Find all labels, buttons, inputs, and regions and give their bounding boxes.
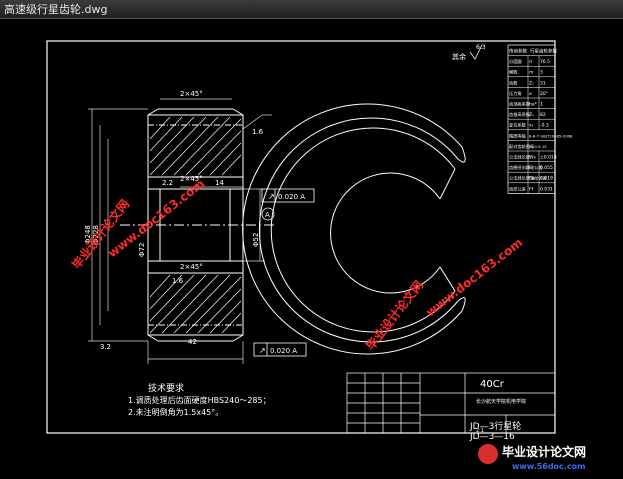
window-title: 高速级行星齿轮.dwg — [4, 3, 108, 16]
table-cell-label: 齿顶高系数 — [509, 101, 531, 108]
footer-url: www.56doc.com — [512, 462, 585, 471]
table-cell-value: ±0.018 — [540, 155, 557, 161]
table-cell-symbol: Ff — [529, 186, 534, 192]
drawing-canvas[interactable]: ↗ 0.020 A ↗ 0.020 A A 2×45° 2×45° 2×45° … — [0, 19, 623, 475]
table-cell-label: 分度圆 — [509, 58, 522, 65]
table-cell-symbol: Z₁ — [529, 112, 534, 118]
watermark-right: 毕业设计论文网 — [363, 277, 427, 352]
table-cell-value: 31 — [540, 80, 546, 86]
footer-brand: 毕业设计论文网 — [502, 444, 586, 459]
table-cell-symbol: ha* — [529, 102, 538, 108]
window-title-bar: 高速级行星齿轮.dwg — [0, 0, 623, 19]
table-cell-value: 82 — [540, 112, 546, 118]
tolerance-frame-2-label: 0.020 A — [270, 347, 297, 355]
width-dim: 42 — [188, 338, 197, 346]
chamfer-bottom-dim: 2×45° — [180, 263, 203, 271]
table-cell-label: 齿数 — [509, 79, 518, 86]
chamfer-top-dim: 2×45° — [180, 90, 203, 98]
drawing-number-label: JD—3—16 — [469, 432, 515, 442]
roughness-bottom: 1.6 — [172, 277, 184, 285]
table-cell-symbol: 8-8-7 GB/T10095-2008 — [529, 133, 573, 138]
table-cell-symbol: Ws — [529, 155, 536, 161]
surface-finish-value: 6.3 — [476, 44, 486, 51]
dim-3-2: 3.2 — [100, 343, 111, 351]
footer-watermark: 毕业设计论文网 www.56doc.com — [478, 444, 586, 471]
footer-logo-icon — [478, 444, 498, 464]
company-label: 长沙航天学院机电学院 — [476, 398, 526, 405]
notes-line-1: 1.调质处理后齿面硬度HBS240～285； — [128, 395, 271, 405]
roughness-top: 1.6 — [252, 128, 264, 136]
watermark-url-2: www.doc163.com — [423, 235, 525, 319]
svg-text:↗: ↗ — [259, 346, 266, 355]
dimension-lines — [88, 98, 272, 364]
dim-2-2: 2.2 — [162, 179, 173, 187]
table-cell-symbol: α — [529, 92, 532, 97]
table-header-cell: 传动参数 — [509, 48, 527, 55]
watermark-url-right: www.doc163.com — [423, 235, 525, 319]
material-label: 40Cr — [480, 379, 505, 390]
general-surface-finish: 其余 6.3 — [452, 44, 486, 61]
tolerance-frame-1-label: 0.020 A — [278, 193, 305, 201]
table-cell-label: 压力角 — [509, 90, 522, 97]
table-cell-value: -0.3 — [540, 123, 549, 129]
table-cell-symbol: JD-0.5-15 — [528, 144, 547, 149]
table-cell-symbol: Fr — [529, 165, 533, 171]
part-name-label: JD—3行星轮 — [469, 420, 521, 432]
notes-line-2: 2.未注明倒角为1.5x45°。 — [128, 407, 223, 417]
table-cell-symbol: m — [529, 71, 533, 76]
table-cell-symbol: Fw — [529, 176, 536, 182]
tolerance-frame-top: ↗ 0.020 A — [261, 188, 315, 203]
table-cell-label: 齿圈径向跳动公差 — [509, 164, 543, 171]
datum-label: A — [265, 211, 270, 219]
table-cell-symbol: d — [529, 59, 532, 65]
table-cell-label: 精度等级 — [509, 132, 527, 139]
table-cell-symbol: Z₁ — [529, 80, 534, 86]
parameter-table: 传动参数 行星齿轮参数分度圆 d 76.5 模数 m 3 齿数 Z₁ 31 压力角 α 20° 齿顶高系数… — [507, 44, 573, 194]
table-cell-value: 76.5 — [540, 59, 550, 65]
watermark-brand-2: 毕业设计论文网 — [363, 277, 427, 352]
hub-dia-dim: Φ72 — [138, 243, 146, 257]
table-cell-value: 3 — [540, 70, 543, 76]
table-cell-value: 0.055 — [540, 165, 553, 171]
table-cell-label: 齿根高系数 — [509, 111, 531, 118]
technical-notes: 技术要求 1.调质处理后齿面硬度HBS240～285； 2.未注明倒角为1.5x… — [128, 382, 271, 417]
table-cell-label: 公法线长度 — [509, 154, 531, 161]
bore-dim: Φ52 — [252, 233, 260, 247]
table-cell-label: 齿形公差 — [509, 185, 526, 192]
table-cell-label: 变位系数 — [509, 122, 527, 129]
table-cell-label: 模数 — [509, 69, 518, 76]
svg-text:↗: ↗ — [268, 192, 275, 201]
table-header-cell: 行星齿轮参数 — [530, 48, 557, 55]
notes-heading: 技术要求 — [148, 382, 184, 394]
table-cell-value: 20° — [540, 91, 548, 97]
table-cell-value: 0.031 — [540, 186, 553, 192]
dim-14: 14 — [215, 179, 224, 187]
tolerance-frame-bottom: ↗ 0.020 A — [253, 342, 307, 357]
table-cell-symbol: x₁ — [529, 124, 534, 129]
table-cell-value: 0.019 — [540, 176, 553, 182]
table-cell-value: 1 — [540, 102, 543, 108]
surface-finish-label: 其余 — [452, 52, 466, 61]
cad-drawing: ↗ 0.020 A ↗ 0.020 A A 2×45° 2×45° 2×45° … — [46, 40, 586, 471]
